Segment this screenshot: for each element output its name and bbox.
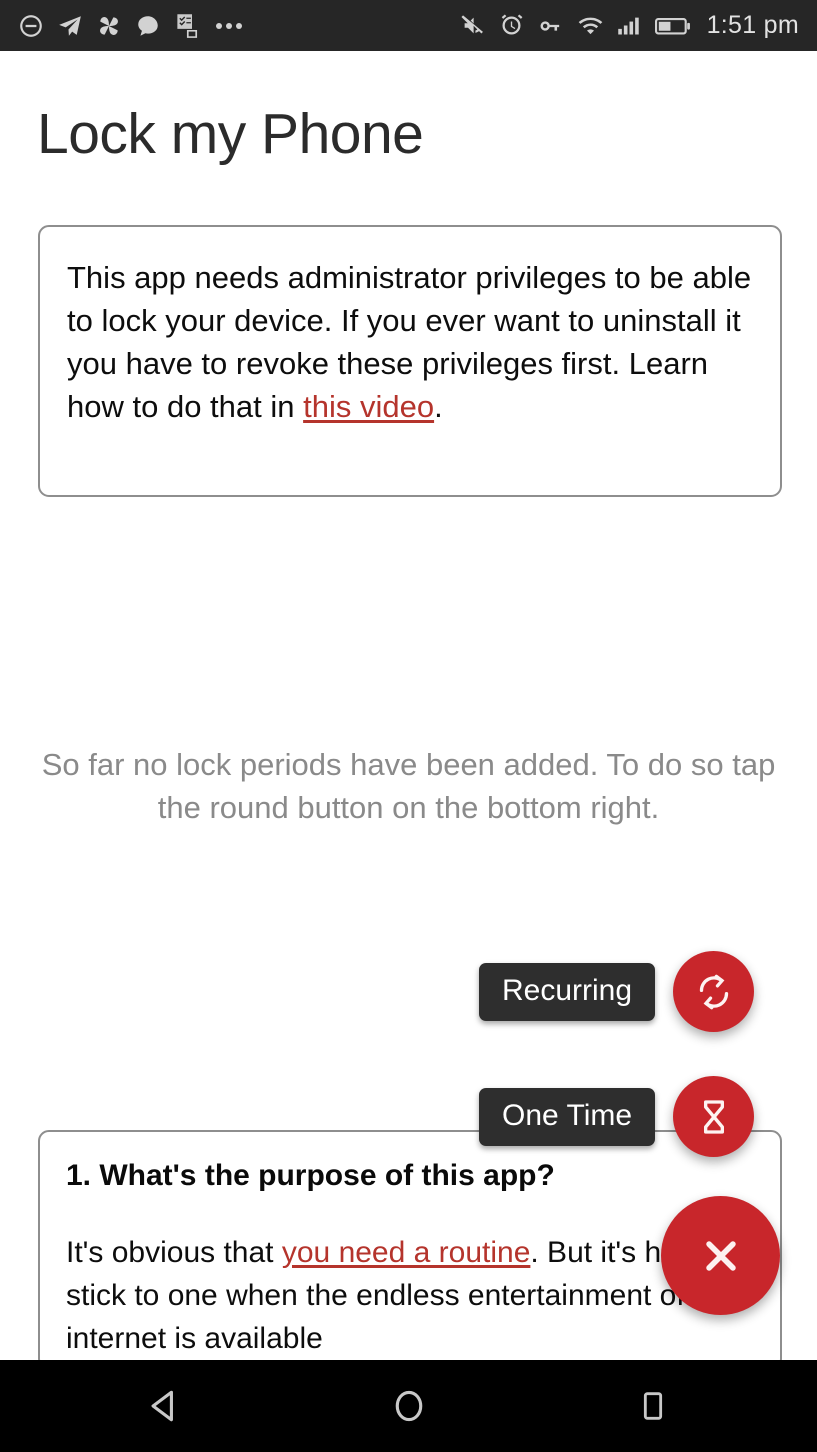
hourglass-icon [694, 1097, 734, 1137]
more-notifications-icon [216, 22, 242, 29]
speed-dial-label-one-time: One Time [479, 1087, 656, 1146]
recents-button[interactable] [617, 1370, 689, 1442]
wifi-icon [577, 12, 604, 39]
back-triangle-icon [143, 1384, 187, 1428]
speed-dial-action-recurring[interactable]: Recurring [479, 951, 755, 1032]
speed-dial-main-close-button[interactable] [661, 1196, 780, 1315]
recents-square-icon [633, 1386, 673, 1426]
notice-text-part-2: . [434, 389, 443, 424]
chat-bubble-icon [135, 13, 161, 39]
android-navigation-bar [0, 1360, 817, 1452]
checklist-copy-icon [174, 12, 201, 39]
pinwheel-icon [96, 13, 122, 39]
telegram-send-icon [57, 13, 83, 39]
this-video-link[interactable]: this video [303, 389, 434, 424]
back-button[interactable] [129, 1370, 201, 1442]
speed-dial-label-recurring: Recurring [479, 962, 656, 1021]
faq-answer: It's obvious that you need a routine. Bu… [66, 1231, 754, 1360]
do-not-disturb-icon [18, 13, 44, 39]
empty-state-message: So far no lock periods have been added. … [41, 747, 776, 825]
home-button[interactable] [373, 1370, 445, 1442]
alarm-clock-icon [498, 12, 525, 39]
cellular-signal-icon [616, 12, 643, 39]
you-need-a-routine-link[interactable]: you need a routine [282, 1236, 531, 1269]
one-time-fab-button[interactable] [673, 1076, 755, 1157]
status-bar-notifications [18, 12, 242, 39]
repeat-icon [694, 972, 734, 1012]
home-circle-icon [387, 1384, 431, 1428]
faq-question: 1. What's the purpose of this app? [66, 1159, 555, 1192]
volume-mute-icon [459, 12, 486, 39]
recurring-fab-button[interactable] [673, 951, 755, 1032]
vpn-key-icon [537, 12, 565, 40]
faq-answer-part-1: It's obvious that [66, 1236, 282, 1269]
admin-privileges-notice-card: This app needs administrator privileges … [38, 225, 782, 497]
status-bar-clock: 1:51 pm [706, 11, 799, 39]
admin-privileges-notice-text: This app needs administrator privileges … [67, 256, 753, 428]
page-title: Lock my Phone [37, 102, 424, 166]
close-icon [695, 1230, 747, 1282]
status-bar: 1:51 pm [0, 0, 817, 51]
status-bar-system-icons: 1:51 pm [459, 11, 799, 40]
battery-icon [654, 13, 691, 39]
app-screen: 1:51 pm Lock my Phone This app needs adm… [0, 0, 817, 1452]
speed-dial-action-one-time[interactable]: One Time [479, 1076, 755, 1157]
